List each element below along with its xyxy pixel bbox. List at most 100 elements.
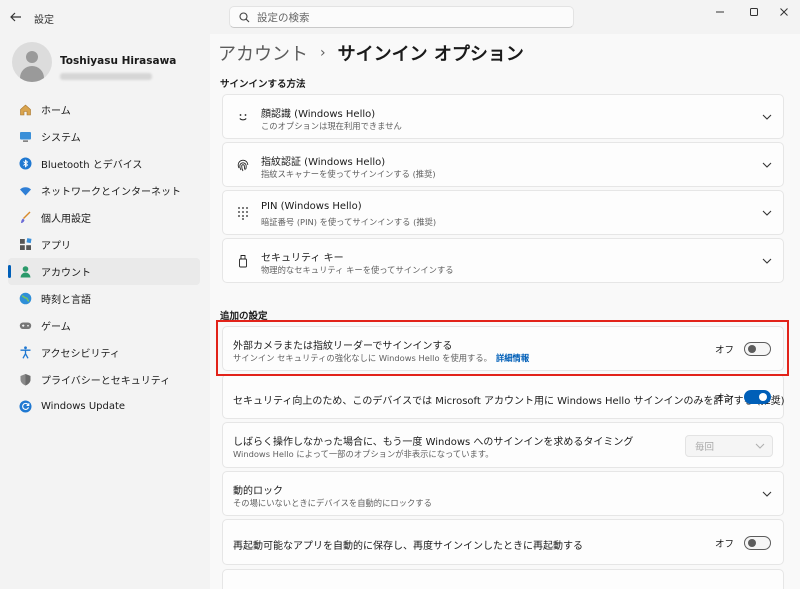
restart-apps-setting: 再起動可能なアプリを自動的に保存し、再度サインインしたときに再起動する オフ [222,519,784,565]
maximize-icon [750,8,758,16]
security-key-icon [235,253,251,269]
nav-item-gaming[interactable]: ゲーム [8,312,200,339]
accessibility-icon [18,346,32,360]
nav-label: システム [41,133,81,144]
toggle-switch[interactable] [744,390,771,404]
nav-item-time-language[interactable]: 時刻と言語 [8,285,200,312]
hello-only-toggle[interactable]: オン [715,390,771,404]
nav-item-bluetooth[interactable]: Bluetooth とデバイス [8,150,200,177]
chevron-down-icon [755,443,765,449]
minimize-button[interactable] [702,0,738,24]
nav-label: アカウント [41,268,91,279]
nav-item-personalization[interactable]: 個人用設定 [8,204,200,231]
card-title: 指紋認証 (Windows Hello) [261,157,386,168]
chevron-down-icon[interactable] [761,111,773,123]
dynamic-lock-card[interactable]: 動的ロック その場にいないときにデバイスを自動的にロックする [222,471,784,516]
card-subtitle: このオプションは現在利用できません [261,121,402,131]
toggle-switch[interactable] [744,536,771,550]
breadcrumb: アカウント › サインイン オプション [218,40,524,66]
signin-pin-card[interactable]: PIN (Windows Hello) 暗証番号 (PIN) を使ってサインイン… [222,190,784,235]
globe-icon [18,292,32,306]
card-subtitle: 物理的なセキュリティ キーを使ってサインインする [261,265,454,275]
setting-title: セキュリティ向上のため、このデバイスでは Microsoft アカウント用に W… [233,396,785,407]
nav-item-windows-update[interactable]: Windows Update [8,393,200,420]
chevron-down-icon[interactable] [761,255,773,267]
app-title: 設定 [34,15,54,26]
setting-title: 再起動可能なアプリを自動的に保存し、再度サインインしたときに再起動する [233,541,583,552]
card-title: 顔認識 (Windows Hello) [261,109,376,120]
card-subtitle: 指紋スキャナーを使ってサインインする (推奨) [261,169,436,179]
apps-icon [18,238,32,252]
close-icon [780,8,788,16]
card-title: PIN (Windows Hello) [261,201,362,212]
user-name: Toshiyasu Hirasawa [60,55,177,67]
require-signin-setting: しばらく操作しなかった場合に、もう一度 Windows へのサインインを求めるタ… [222,422,784,468]
face-icon [235,109,251,125]
setting-title: 動的ロック [233,486,283,497]
setting-subtitle: Windows Hello によって一部のオプションが非表示になっています。 [233,449,494,459]
nav-label: Windows Update [41,401,126,412]
home-icon [18,103,32,117]
chevron-down-icon[interactable] [761,488,773,500]
account-icon [18,265,32,279]
search-placeholder: 設定の検索 [257,11,310,24]
nav-label: Bluetooth とデバイス [41,160,143,171]
title-bar: 設定 設定の検索 [0,0,800,34]
nav-item-apps[interactable]: アプリ [8,231,200,258]
avatar [12,42,52,82]
close-button[interactable] [766,0,800,24]
section-title-signin-methods: サインインする方法 [220,79,306,90]
external-camera-toggle[interactable]: オフ [715,342,771,356]
nav-item-home[interactable]: ホーム [8,96,200,123]
signin-face-card[interactable]: 顔認識 (Windows Hello) このオプションは現在利用できません [222,94,784,139]
keypad-icon [235,205,251,221]
setting-subtitle: その場にいないときにデバイスを自動的にロックする [233,498,432,508]
breadcrumb-parent[interactable]: アカウント [218,40,308,66]
toggle-state: オン [714,393,734,404]
search-icon [237,10,251,24]
nav-label: ゲーム [41,322,71,333]
toggle-state: オフ [714,539,734,550]
page-title: サインイン オプション [337,44,524,65]
setting-title: しばらく操作しなかった場合に、もう一度 Windows へのサインインを求めるタ… [233,437,634,448]
external-camera-setting: 外部カメラまたは指紋リーダーでサインインする サインイン セキュリティの強化なし… [222,326,784,371]
nav-item-system[interactable]: システム [8,123,200,150]
chevron-down-icon[interactable] [761,207,773,219]
nav-label: プライバシーとセキュリティ [41,376,171,387]
restart-apps-toggle[interactable]: オフ [715,536,771,550]
nav-label: ネットワークとインターネット [41,187,181,198]
brush-icon [18,211,32,225]
learn-more-link[interactable]: 詳細情報 [496,353,529,363]
require-signin-dropdown[interactable]: 毎回 [685,435,773,457]
back-button[interactable] [6,8,26,26]
user-profile[interactable]: Toshiyasu Hirasawa [12,42,208,102]
chevron-down-icon[interactable] [761,159,773,171]
sidebar: Toshiyasu Hirasawa ホーム システム Bluetooth とデ… [0,34,210,589]
section-title-additional: 追加の設定 [220,311,268,322]
next-setting-card [222,569,784,589]
toggle-switch[interactable] [744,342,771,356]
minimize-icon [716,11,724,13]
nav-label: ホーム [41,106,71,117]
nav-item-privacy[interactable]: プライバシーとセキュリティ [8,366,200,393]
user-email-redacted [60,73,152,80]
breadcrumb-separator: › [320,45,326,61]
signin-fingerprint-card[interactable]: 指紋認証 (Windows Hello) 指紋スキャナーを使ってサインインする … [222,142,784,187]
back-arrow-icon [10,12,21,22]
nav-label: アクセシビリティ [41,349,120,360]
main-content: アカウント › サインイン オプション サインインする方法 顔認識 (Windo… [210,34,800,589]
monitor-icon [18,130,32,144]
card-subtitle: 暗証番号 (PIN) を使ってサインインする (推奨) [261,217,437,227]
nav-item-accounts[interactable]: アカウント [8,258,200,285]
gamepad-icon [18,319,32,333]
shield-icon [18,373,32,387]
bluetooth-icon [18,157,32,171]
nav-item-network[interactable]: ネットワークとインターネット [8,177,200,204]
nav-label: アプリ [41,241,71,252]
nav-item-accessibility[interactable]: アクセシビリティ [8,339,200,366]
signin-security-key-card[interactable]: セキュリティ キー 物理的なセキュリティ キーを使ってサインインする [222,238,784,283]
update-icon [18,400,32,414]
fingerprint-icon [235,157,251,173]
dropdown-value: 毎回 [695,442,715,453]
search-input[interactable]: 設定の検索 [229,6,574,28]
